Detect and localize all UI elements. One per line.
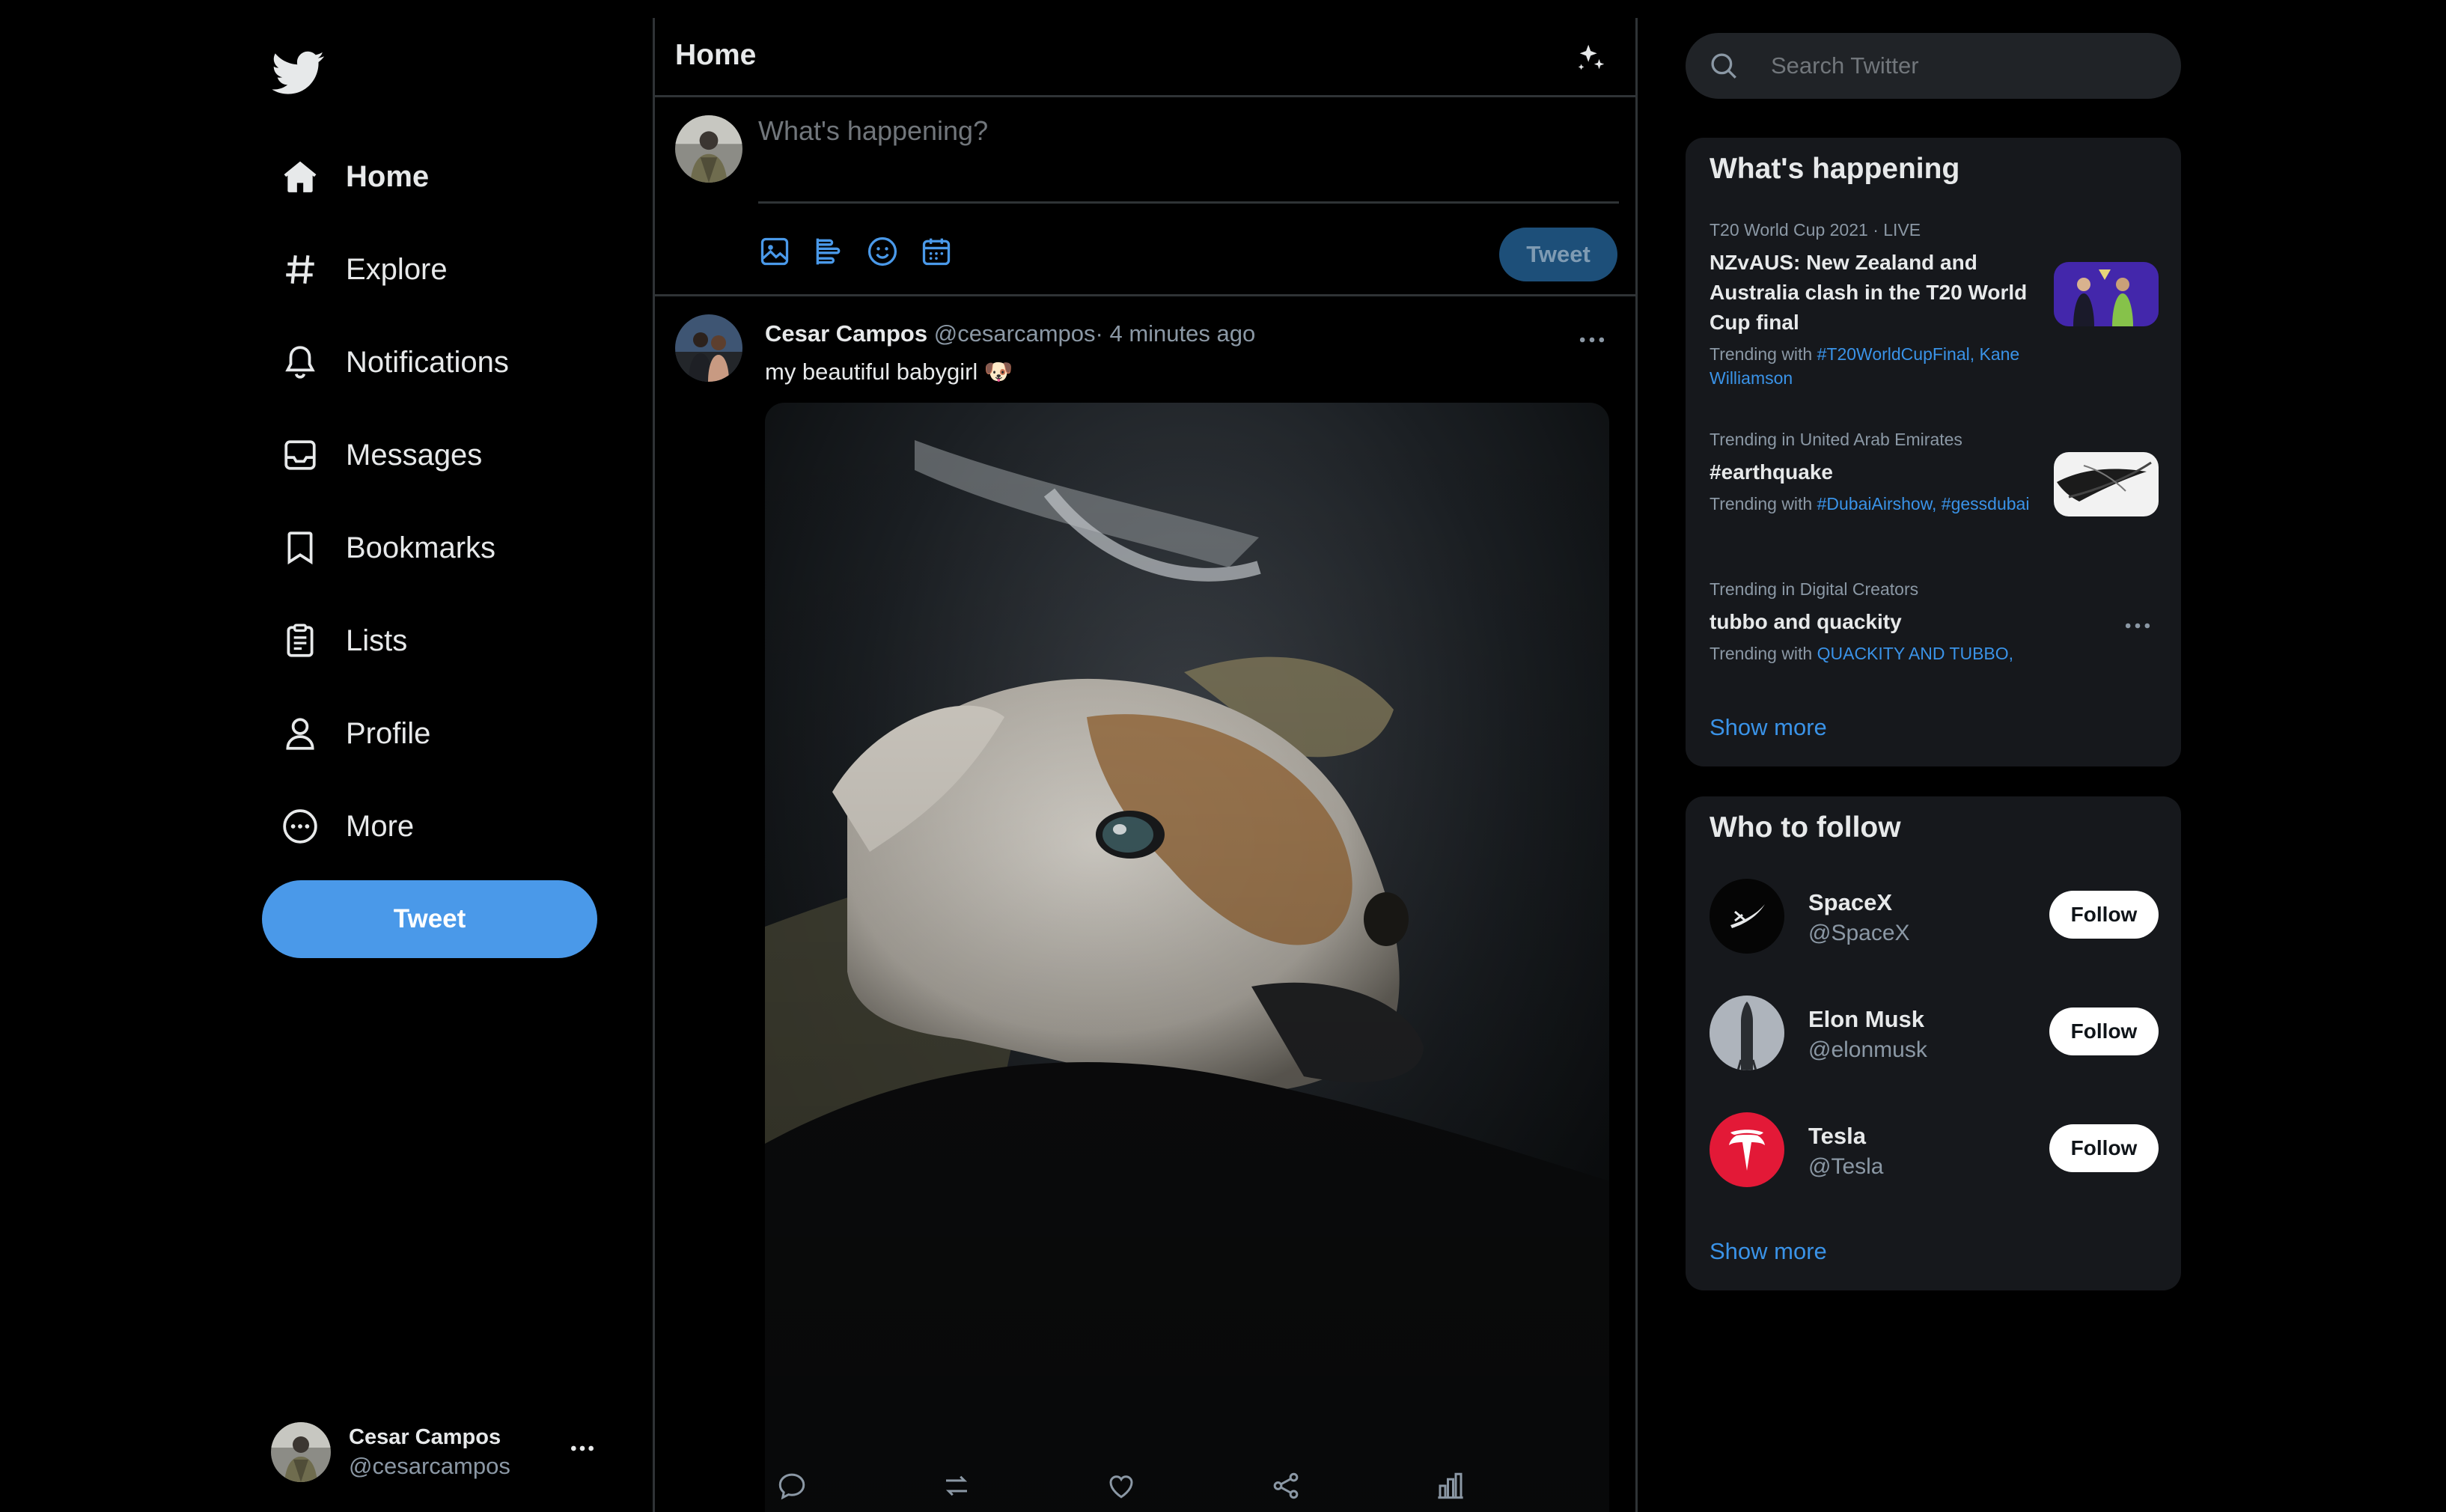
follow-suggestion[interactable]: SpaceX @SpaceX Follow: [1710, 879, 2159, 957]
tweet-photo[interactable]: [765, 403, 1609, 1512]
trend-meta: Trending in United Arab Emirates: [1710, 430, 1962, 449]
show-more-trends-link[interactable]: Show more: [1710, 714, 1827, 741]
trend-thumbnail: [2054, 262, 2159, 326]
whats-happening-panel: What's happening T20 World Cup 2021 · LI…: [1686, 138, 2181, 766]
nav-home-label: Home: [346, 159, 430, 193]
nav-lists-label: Lists: [346, 624, 408, 657]
avatar: [271, 1422, 331, 1482]
more-icon[interactable]: [2121, 609, 2154, 642]
trend-item[interactable]: Trending in United Arab Emirates #earthq…: [1710, 430, 2159, 516]
analytics-icon[interactable]: [1435, 1470, 1466, 1502]
account-switcher[interactable]: Cesar Campos @cesarcampos: [271, 1418, 609, 1486]
tweet-composer: Tweet: [655, 97, 1635, 296]
follow-button[interactable]: Follow: [2049, 1008, 2159, 1055]
tweet-timestamp[interactable]: · 4 minutes ago: [1096, 320, 1256, 347]
follow-button[interactable]: Follow: [2049, 891, 2159, 939]
follow-button[interactable]: Follow: [2049, 1124, 2159, 1172]
elonmusk-avatar: [1710, 996, 1784, 1070]
trend-tags[interactable]: QUACKITY AND TUBBO,: [1817, 644, 2013, 663]
nav-home[interactable]: Home: [280, 147, 429, 207]
nav-notifications-label: Notifications: [346, 345, 509, 379]
nav-messages[interactable]: Messages: [280, 425, 482, 485]
follow-name: SpaceX: [1808, 889, 1893, 915]
more-icon[interactable]: [1576, 323, 1608, 356]
timeline-header: Home: [655, 18, 1635, 97]
home-icon: [280, 156, 320, 197]
bookmark-icon: [280, 528, 320, 568]
emoji-icon[interactable]: [866, 235, 899, 268]
follow-handle: @elonmusk: [1808, 1037, 1927, 1062]
retweet-icon[interactable]: [941, 1470, 972, 1502]
trend-title: #earthquake: [1710, 460, 1833, 484]
search-box[interactable]: [1686, 33, 2181, 99]
nav-notifications[interactable]: Notifications: [280, 332, 509, 392]
trend-context: Trending with #DubaiAirshow, #gessdubai: [1710, 494, 2030, 513]
list-icon: [280, 621, 320, 661]
compose-tweet-button[interactable]: Tweet: [1499, 228, 1617, 281]
nav-lists[interactable]: Lists: [280, 611, 407, 671]
follow-suggestion[interactable]: Elon Musk @elonmusk Follow: [1710, 996, 2159, 1073]
nav-explore-label: Explore: [346, 252, 448, 286]
page-title: Home: [675, 39, 757, 71]
show-more-follow-link[interactable]: Show more: [1710, 1238, 1827, 1265]
trend-item[interactable]: T20 World Cup 2021 · LIVE NZvAUS: New Ze…: [1710, 220, 2159, 390]
trend-item[interactable]: Trending in Digital Creators tubbo and q…: [1710, 579, 2159, 665]
nav-bookmarks-label: Bookmarks: [346, 531, 496, 564]
user-icon: [280, 713, 320, 754]
who-to-follow-panel: Who to follow SpaceX @SpaceX Follow Elon…: [1686, 796, 2181, 1290]
left-sidebar: Home Explore Notifications Messages Book…: [0, 0, 653, 1512]
sparkle-icon[interactable]: [1574, 40, 1608, 75]
nav-explore[interactable]: Explore: [280, 240, 448, 299]
panel-title: What's happening: [1710, 153, 1960, 185]
follow-name: Elon Musk: [1808, 1006, 1925, 1032]
bell-icon: [280, 342, 320, 382]
trend-context: Trending with QUACKITY AND TUBBO,: [1710, 644, 2014, 663]
envelope-icon: [280, 435, 320, 475]
like-icon[interactable]: [1105, 1470, 1137, 1502]
spacex-avatar: [1710, 879, 1784, 954]
trend-thumbnail: [2054, 452, 2159, 516]
trend-tags[interactable]: #DubaiAirshow, #gessdubai: [1817, 494, 2030, 513]
nav-profile-label: Profile: [346, 716, 431, 750]
search-input[interactable]: [1771, 52, 2160, 79]
tweet-text: my beautiful babygirl 🐶: [765, 359, 1013, 385]
compose-input[interactable]: [758, 115, 1619, 204]
panel-title: Who to follow: [1710, 811, 1901, 844]
share-icon[interactable]: [1270, 1470, 1302, 1502]
tweet-author-name[interactable]: Cesar Campos: [765, 320, 927, 347]
nav-more[interactable]: More: [280, 796, 414, 856]
nav-profile[interactable]: Profile: [280, 704, 430, 763]
more-icon[interactable]: [567, 1433, 597, 1463]
trend-meta: Trending in Digital Creators: [1710, 579, 1919, 599]
tweet-author-handle[interactable]: @cesarcampos: [934, 320, 1096, 347]
reply-icon[interactable]: [776, 1470, 808, 1502]
tweet-button[interactable]: Tweet: [262, 880, 597, 958]
timeline-column: Home Tweet Cesar Campos @cesarcampos· 4: [653, 18, 1638, 1512]
nav-more-label: More: [346, 809, 415, 843]
avatar[interactable]: [675, 314, 742, 382]
follow-name: Tesla: [1808, 1123, 1866, 1149]
schedule-icon[interactable]: [920, 235, 953, 268]
more-circle-icon: [280, 806, 320, 847]
account-handle: @cesarcampos: [349, 1452, 510, 1479]
poll-icon[interactable]: [812, 235, 845, 268]
follow-handle: @Tesla: [1808, 1154, 1884, 1179]
tesla-avatar: [1710, 1112, 1784, 1187]
nav-messages-label: Messages: [346, 438, 483, 472]
trend-title: tubbo and quackity: [1710, 610, 1902, 633]
image-icon[interactable]: [758, 235, 791, 268]
twitter-bird-icon[interactable]: [272, 46, 325, 99]
follow-suggestion[interactable]: Tesla @Tesla Follow: [1710, 1112, 2159, 1190]
trend-meta: T20 World Cup 2021 · LIVE: [1710, 220, 1921, 240]
follow-handle: @SpaceX: [1808, 921, 1910, 945]
account-name: Cesar Campos: [349, 1424, 501, 1449]
hashtag-icon: [280, 249, 320, 290]
trend-title: NZvAUS: New Zealand and Australia clash …: [1710, 251, 2028, 334]
trend-context: Trending with #T20WorldCupFinal, Kane Wi…: [1710, 344, 2020, 388]
avatar: [675, 115, 742, 183]
nav-bookmarks[interactable]: Bookmarks: [280, 518, 495, 578]
search-icon: [1708, 50, 1739, 82]
